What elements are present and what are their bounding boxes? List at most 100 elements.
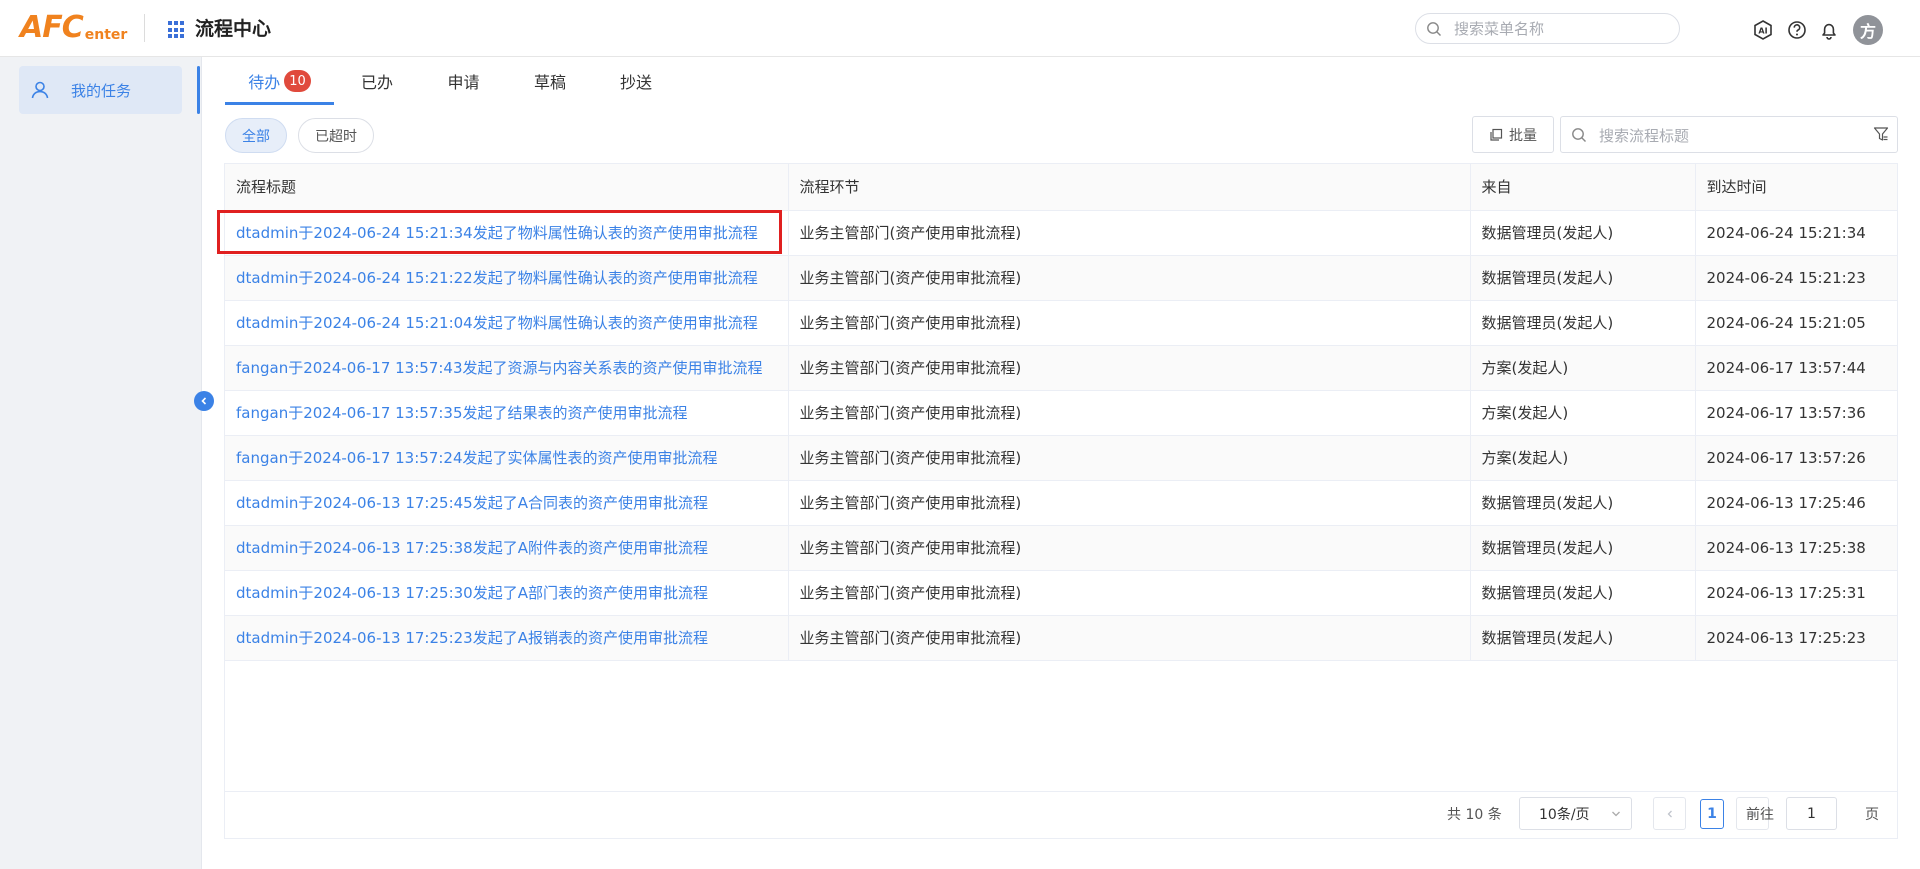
page-number-current[interactable]: 1	[1700, 799, 1724, 829]
task-step: 业务主管部门(资产使用审批流程)	[788, 570, 1471, 616]
menu-search-box[interactable]	[1415, 13, 1680, 44]
collapse-sidebar-button[interactable]	[194, 391, 214, 411]
page-size-value: 10条/页	[1539, 806, 1590, 823]
table-row[interactable]: fangan于2024-06-17 13:57:24发起了实体属性表的资产使用审…	[225, 435, 1897, 481]
task-title-link[interactable]: dtadmin于2024-06-13 17:25:38发起了A附件表的资产使用审…	[225, 525, 789, 571]
goto-prefix: 前往	[1746, 807, 1774, 823]
table-row[interactable]: dtadmin于2024-06-24 15:21:04发起了物料属性确认表的资产…	[225, 300, 1897, 346]
task-step: 业务主管部门(资产使用审批流程)	[788, 345, 1471, 391]
copy-icon	[1490, 128, 1503, 141]
batch-button[interactable]: 批量	[1472, 116, 1554, 153]
chevron-down-icon	[1612, 811, 1620, 817]
task-arrival-time: 2024-06-24 15:21:23	[1695, 255, 1897, 301]
task-title-link[interactable]: fangan于2024-06-17 13:57:35发起了结果表的资产使用审批流…	[225, 390, 789, 436]
table-row[interactable]: dtadmin于2024-06-13 17:25:23发起了A报销表的资产使用审…	[225, 615, 1897, 661]
tab-draft[interactable]: 草稿	[507, 57, 593, 105]
task-title-link[interactable]: dtadmin于2024-06-24 15:21:34发起了物料属性确认表的资产…	[225, 210, 789, 256]
task-step: 业务主管部门(资产使用审批流程)	[788, 210, 1471, 256]
task-step: 业务主管部门(资产使用审批流程)	[788, 615, 1471, 661]
task-arrival-time: 2024-06-13 17:25:46	[1695, 480, 1897, 526]
task-arrival-time: 2024-06-24 15:21:34	[1695, 210, 1897, 256]
task-title-link[interactable]: fangan于2024-06-17 13:57:43发起了资源与内容关系表的资产…	[225, 345, 789, 391]
table-row[interactable]: fangan于2024-06-17 13:57:43发起了资源与内容关系表的资产…	[225, 345, 1897, 391]
filter-icon[interactable]	[1873, 126, 1889, 143]
sidebar-item-my-tasks[interactable]: 我的任务	[19, 66, 182, 114]
task-title-link[interactable]: dtadmin于2024-06-13 17:25:45发起了A合同表的资产使用审…	[225, 480, 789, 526]
tab-done[interactable]: 已办	[334, 57, 420, 105]
logo-main-text: AFC	[20, 10, 84, 45]
table-row[interactable]: fangan于2024-06-17 13:57:35发起了结果表的资产使用审批流…	[225, 390, 1897, 436]
tab-label: 已办	[360, 73, 393, 92]
table-row[interactable]: dtadmin于2024-06-13 17:25:38发起了A附件表的资产使用审…	[225, 525, 1897, 571]
tab-todo[interactable]: 待办 10	[225, 57, 334, 105]
table-row[interactable]: dtadmin于2024-06-24 15:21:34发起了物料属性确认表的资产…	[225, 210, 1897, 256]
header-divider	[144, 14, 145, 42]
task-arrival-time: 2024-06-13 17:25:31	[1695, 570, 1897, 616]
task-from: 方案(发起人)	[1470, 390, 1696, 436]
sidebar-active-indicator	[197, 66, 200, 114]
title-search-box[interactable]	[1560, 116, 1898, 153]
task-step: 业务主管部门(资产使用审批流程)	[788, 390, 1471, 436]
task-from: 方案(发起人)	[1470, 345, 1696, 391]
task-step: 业务主管部门(资产使用审批流程)	[788, 300, 1471, 346]
table-footer-divider	[225, 791, 1897, 792]
task-table: 流程标题 流程环节 来自 到达时间 dtadmin于2024-06-24 15:…	[224, 163, 1898, 839]
todo-count-badge: 10	[284, 70, 311, 92]
column-header-from: 来自	[1470, 164, 1696, 211]
task-arrival-time: 2024-06-13 17:25:23	[1695, 615, 1897, 661]
task-from: 数据管理员(发起人)	[1470, 255, 1696, 301]
table-row[interactable]: dtadmin于2024-06-13 17:25:45发起了A合同表的资产使用审…	[225, 480, 1897, 526]
task-tabs: 待办 10 已办 申请 草稿 抄送	[225, 57, 679, 105]
task-from: 数据管理员(发起人)	[1470, 525, 1696, 571]
filter-overdue-chip[interactable]: 已超时	[298, 118, 374, 153]
goto-page-input[interactable]	[1786, 797, 1837, 830]
ai-icon[interactable]: AI	[1752, 19, 1774, 41]
filter-all-chip[interactable]: 全部	[225, 118, 287, 153]
task-step: 业务主管部门(资产使用审批流程)	[788, 480, 1471, 526]
task-title-link[interactable]: fangan于2024-06-17 13:57:24发起了实体属性表的资产使用审…	[225, 435, 789, 481]
column-header-step: 流程环节	[788, 164, 1471, 211]
task-title-link[interactable]: dtadmin于2024-06-24 15:21:04发起了物料属性确认表的资产…	[225, 300, 789, 346]
table-row[interactable]: dtadmin于2024-06-24 15:21:22发起了物料属性确认表的资产…	[225, 255, 1897, 301]
task-title-link[interactable]: dtadmin于2024-06-24 15:21:22发起了物料属性确认表的资产…	[225, 255, 789, 301]
task-arrival-time: 2024-06-24 15:21:05	[1695, 300, 1897, 346]
page-size-select[interactable]: 10条/页	[1519, 797, 1632, 830]
tab-label: 抄送	[619, 73, 652, 92]
tab-apply[interactable]: 申请	[420, 57, 507, 105]
task-arrival-time: 2024-06-17 13:57:36	[1695, 390, 1897, 436]
column-header-title: 流程标题	[225, 164, 789, 211]
task-step: 业务主管部门(资产使用审批流程)	[788, 255, 1471, 301]
task-from: 数据管理员(发起人)	[1470, 615, 1696, 661]
table-row[interactable]: dtadmin于2024-06-13 17:25:30发起了A部门表的资产使用审…	[225, 570, 1897, 616]
help-icon[interactable]	[1786, 19, 1808, 41]
batch-button-label: 批量	[1509, 127, 1537, 144]
task-from: 数据管理员(发起人)	[1470, 210, 1696, 256]
title-search-input[interactable]	[1599, 126, 1859, 146]
prev-page-button[interactable]	[1653, 797, 1686, 830]
chevron-left-icon	[201, 397, 207, 405]
tab-cc[interactable]: 抄送	[593, 57, 679, 105]
column-header-arrival: 到达时间	[1695, 164, 1897, 211]
logo-sub-text: enter	[84, 27, 128, 43]
task-title-link[interactable]: dtadmin于2024-06-13 17:25:23发起了A报销表的资产使用审…	[225, 615, 789, 661]
task-title-link[interactable]: dtadmin于2024-06-13 17:25:30发起了A部门表的资产使用审…	[225, 570, 789, 616]
task-arrival-time: 2024-06-13 17:25:38	[1695, 525, 1897, 571]
sidebar-item-label: 我的任务	[71, 81, 132, 100]
table-header-row: 流程标题 流程环节 来自 到达时间	[225, 164, 1897, 211]
goto-suffix: 页	[1865, 807, 1879, 823]
task-step: 业务主管部门(资产使用审批流程)	[788, 525, 1471, 571]
task-arrival-time: 2024-06-17 13:57:44	[1695, 345, 1897, 391]
menu-search-input[interactable]	[1454, 19, 1669, 39]
afc-logo[interactable]: AFC enter	[20, 9, 127, 45]
tab-label: 申请	[447, 73, 480, 92]
app-title: 流程中心	[195, 18, 272, 40]
user-avatar[interactable]: 方	[1853, 15, 1883, 45]
task-from: 数据管理员(发起人)	[1470, 300, 1696, 346]
pagination-total: 共 10 条	[1447, 807, 1502, 823]
task-from: 方案(发起人)	[1470, 435, 1696, 481]
bell-icon[interactable]	[1818, 19, 1840, 41]
search-icon	[1572, 128, 1586, 142]
search-icon	[1427, 22, 1441, 36]
grid-icon[interactable]	[168, 21, 186, 39]
chevron-left-icon	[1667, 810, 1672, 817]
